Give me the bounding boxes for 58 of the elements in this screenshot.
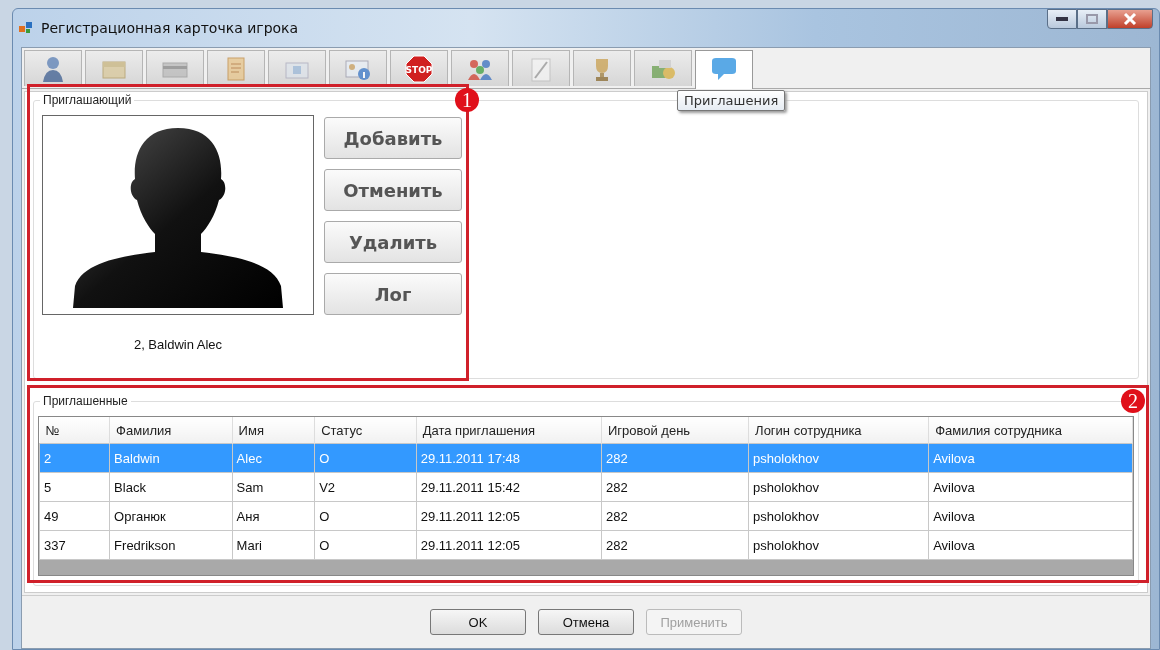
action-button[interactable]: Удалить [324, 221, 462, 263]
table-cell: Avilova [928, 472, 1133, 502]
table-cell: 282 [601, 443, 749, 473]
dialog-button[interactable]: OK [430, 609, 526, 635]
table-cell: O [314, 530, 417, 560]
tooltip: Приглашения [677, 90, 786, 111]
callout-number: 1 [455, 88, 479, 112]
group-title: Приглашающий [40, 93, 135, 107]
callout-number: 2 [1121, 389, 1145, 413]
table-row[interactable]: 5 Black Sam V2 29.11.2011 15:42 282 psholokhov Avilova [39, 472, 1133, 502]
column-header[interactable]: № [39, 417, 110, 444]
table-row[interactable]: 337 Fredrikson Mari O 29.11.2011 12:05 282 psholokhov Avilova [39, 530, 1133, 560]
table-cell: 5 [39, 472, 110, 502]
table-cell: Black [109, 472, 233, 502]
tab[interactable]: STOP [390, 50, 448, 86]
table-cell: Avilova [928, 443, 1133, 473]
table-cell: 282 [601, 501, 749, 531]
action-button[interactable]: Лог [324, 273, 462, 315]
table-cell: 337 [39, 530, 110, 560]
table-cell: Mari [232, 530, 315, 560]
table-cell: 29.11.2011 17:48 [416, 443, 602, 473]
table-cell: psholokhov [748, 443, 929, 473]
column-header[interactable]: Игровой день [601, 417, 749, 444]
column-header[interactable]: Логин сотрудника [748, 417, 929, 444]
table-cell: 29.11.2011 12:05 [416, 530, 602, 560]
table-cell: Fredrikson [109, 530, 233, 560]
table-cell: psholokhov [748, 501, 929, 531]
group-title: Приглашенные [40, 394, 131, 408]
column-header[interactable]: Статус [314, 417, 417, 444]
table-row[interactable]: 49 Органюк Аня O 29.11.2011 12:05 282 psholokhov Avilova [39, 501, 1133, 531]
table-cell: psholokhov [748, 530, 929, 560]
column-header[interactable]: Фамилия сотрудника [928, 417, 1133, 444]
table-cell: Органюк [109, 501, 233, 531]
column-header[interactable]: Фамилия [109, 417, 233, 444]
action-button[interactable]: Отменить [324, 169, 462, 211]
stop-sign-icon: STOP [403, 53, 435, 84]
action-button[interactable]: Добавить [324, 117, 462, 159]
table-cell: Alec [232, 443, 315, 473]
player-name: 2, Baldwin Alec [133, 337, 223, 352]
table-cell: Аня [232, 501, 315, 531]
table-cell: Avilova [928, 501, 1133, 531]
table-cell: Sam [232, 472, 315, 502]
window-title: Регистрационная карточка игрока [41, 20, 299, 36]
column-header[interactable]: Дата приглашения [416, 417, 602, 444]
table-cell: psholokhov [748, 472, 929, 502]
table-cell: 2 [39, 443, 110, 473]
table-cell: 29.11.2011 12:05 [416, 501, 602, 531]
table-cell: Avilova [928, 530, 1133, 560]
column-header[interactable]: Имя [232, 417, 315, 444]
table-cell: V2 [314, 472, 417, 502]
table-cell: O [314, 501, 417, 531]
table-cell: O [314, 443, 417, 473]
table-cell: 29.11.2011 15:42 [416, 472, 602, 502]
table-cell: 282 [601, 472, 749, 502]
table-cell: 282 [601, 530, 749, 560]
dialog-button[interactable]: Отмена [538, 609, 634, 635]
table-cell: 49 [39, 501, 110, 531]
table-cell: Baldwin [109, 443, 233, 473]
